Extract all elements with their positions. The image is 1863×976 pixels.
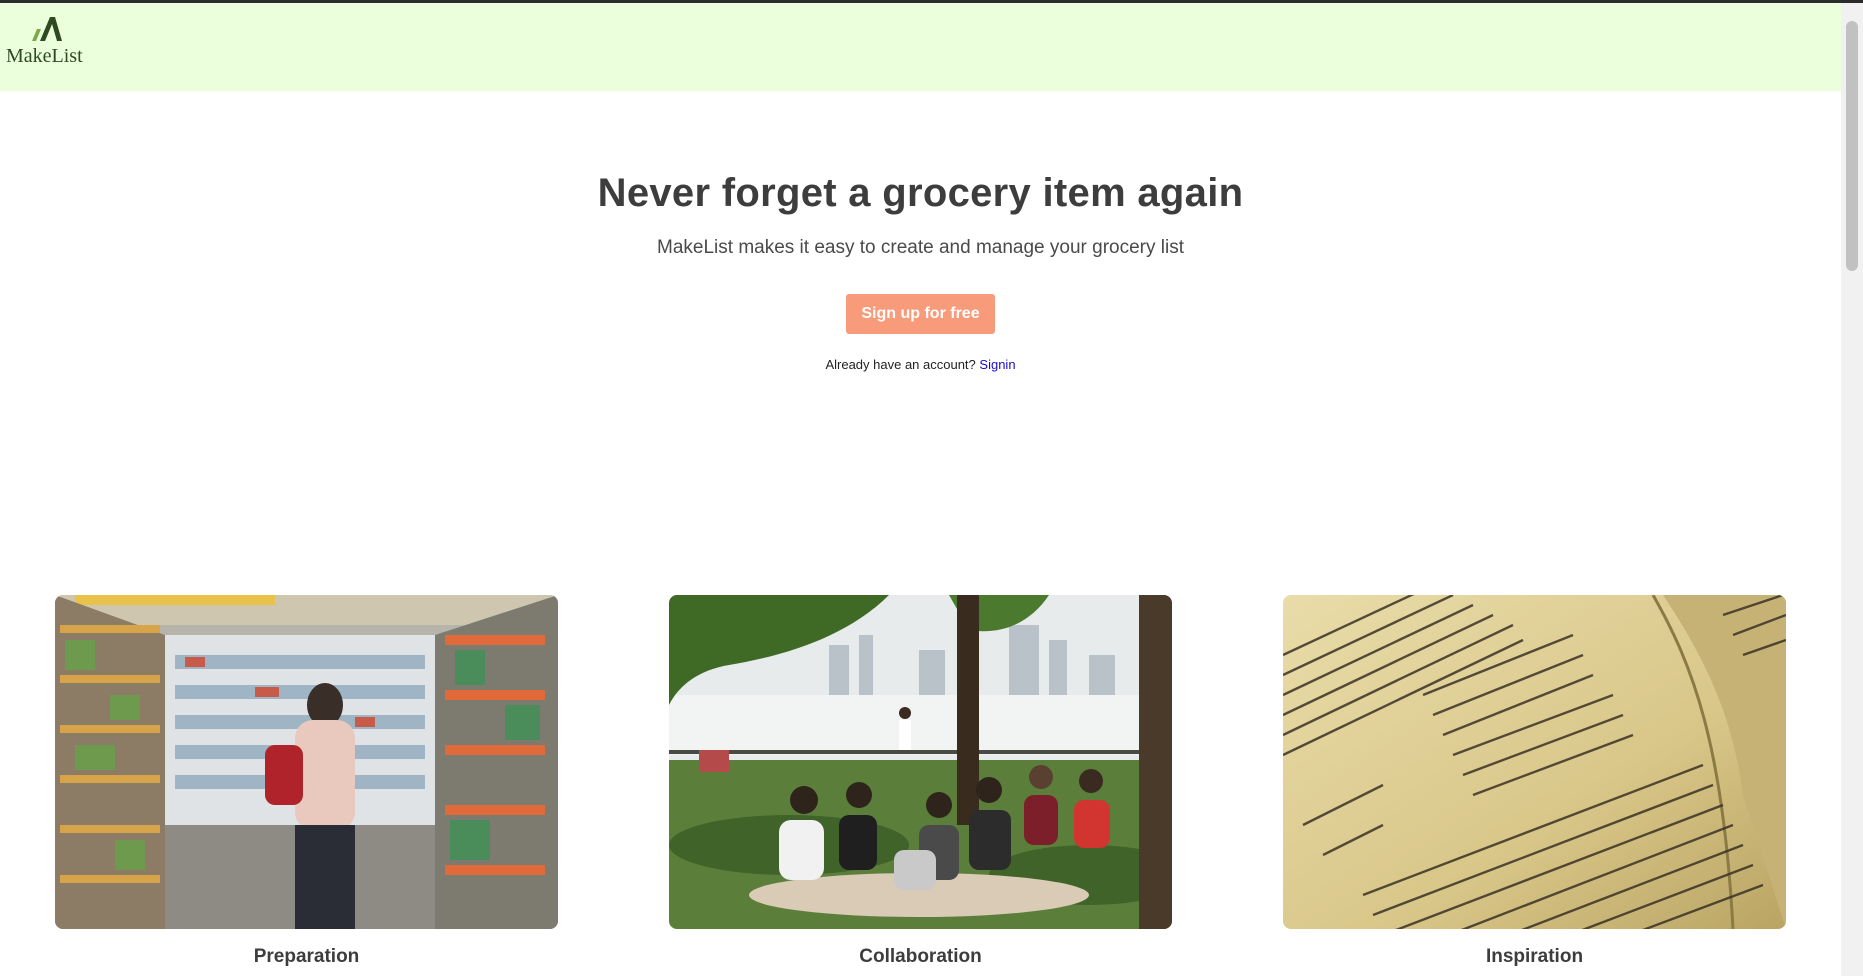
hero-subtitle: MakeList makes it easy to create and man… (657, 237, 1184, 258)
signin-link[interactable]: Signin (979, 357, 1015, 372)
logo-icon (32, 17, 62, 41)
feature-title-preparation: Preparation (253, 946, 360, 967)
page-scrollbar[interactable] (1841, 3, 1863, 976)
signin-prompt: Already have an account? Signin (0, 357, 1841, 372)
logo-text: MakeList (6, 45, 83, 67)
feature-card-collaboration: Collaboration (669, 595, 1172, 967)
picnic-group-photo (669, 595, 1172, 929)
scrollbar-thumb[interactable] (1846, 21, 1858, 271)
hero-title: Never forget a grocery item again (597, 171, 1244, 215)
signup-button[interactable]: Sign up for free (846, 294, 995, 334)
feature-title-inspiration: Inspiration (1485, 946, 1584, 967)
grocery-store-photo (55, 595, 558, 929)
recipe-book-photo (1283, 595, 1786, 929)
makelist-logo[interactable]: MakeList (6, 11, 86, 71)
feature-card-inspiration: Inspiration (1283, 595, 1786, 967)
site-header: MakeList (0, 3, 1841, 91)
signin-prompt-text: Already have an account? (825, 357, 976, 372)
feature-title-collaboration: Collaboration (859, 946, 982, 967)
feature-card-preparation: Preparation (55, 595, 558, 967)
